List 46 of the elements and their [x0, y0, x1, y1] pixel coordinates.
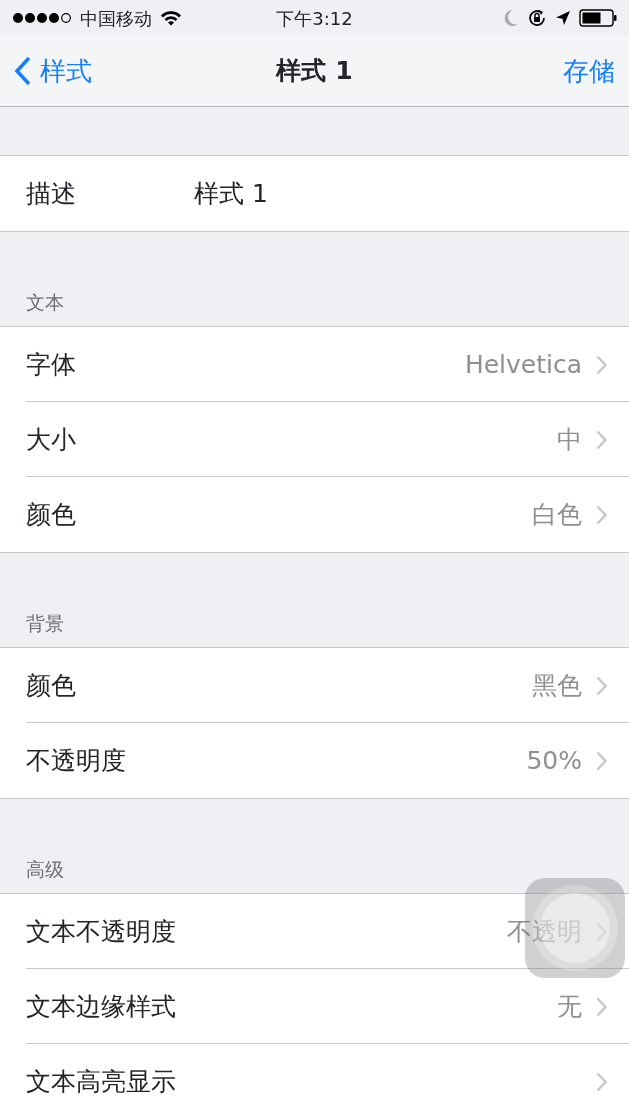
settings-row[interactable]: 不透明度 50% [0, 723, 629, 798]
settings-row[interactable]: 颜色 黑色 [0, 648, 629, 723]
field-label: 描述 [26, 177, 77, 210]
description-row[interactable]: 描述 样式 1 [0, 156, 629, 231]
settings-row[interactable]: 字体 Helvetica [0, 327, 629, 402]
section-header: 高级 [26, 856, 64, 882]
settings-row[interactable]: 颜色 白色 [0, 477, 629, 552]
section-header: 文本 [26, 289, 64, 315]
row-value: Helvetica [464, 348, 582, 381]
settings-row[interactable]: 文本高亮显示 [0, 1044, 629, 1118]
chevron-icon [596, 675, 607, 696]
chevron-icon [596, 429, 607, 450]
wifi-icon [160, 10, 182, 26]
moon-icon [503, 9, 519, 27]
row-value: 50% [526, 744, 582, 777]
battery-icon [579, 9, 617, 27]
signal-icon [12, 12, 72, 24]
back-button[interactable]: 样式 [14, 51, 92, 91]
row-value: 白色 [532, 498, 582, 531]
carrier-name: 中国移动 [80, 6, 152, 31]
chevron-icon [596, 354, 607, 375]
rotation-lock-icon [527, 8, 547, 28]
section-header: 背景 [26, 610, 64, 636]
back-chevron-icon [14, 56, 32, 86]
row-label: 文本高亮显示 [26, 1065, 176, 1098]
chevron-icon [596, 504, 607, 525]
chevron-icon [596, 1071, 607, 1092]
location-arrow-icon [555, 10, 571, 26]
settings-row[interactable]: 文本边缘样式 无 [0, 969, 629, 1044]
settings-row[interactable]: 大小 中 [0, 402, 629, 477]
save-button[interactable]: 存储 [563, 51, 615, 91]
row-value: 黑色 [532, 669, 582, 702]
description-field[interactable]: 样式 1 [194, 174, 268, 213]
row-label: 大小 [26, 423, 76, 456]
row-label: 颜色 [26, 669, 76, 702]
row-value: 中 [557, 423, 582, 456]
row-label: 文本不透明度 [26, 915, 176, 948]
row-label: 颜色 [26, 498, 76, 531]
row-label: 不透明度 [26, 744, 126, 777]
chevron-icon [596, 996, 607, 1017]
row-label: 字体 [26, 348, 76, 381]
nav-title: 样式 1 [276, 55, 353, 88]
row-value: 无 [557, 990, 582, 1023]
status-time: 下午3:12 [276, 6, 353, 31]
row-label: 文本边缘样式 [26, 990, 176, 1023]
chevron-icon [596, 750, 607, 771]
